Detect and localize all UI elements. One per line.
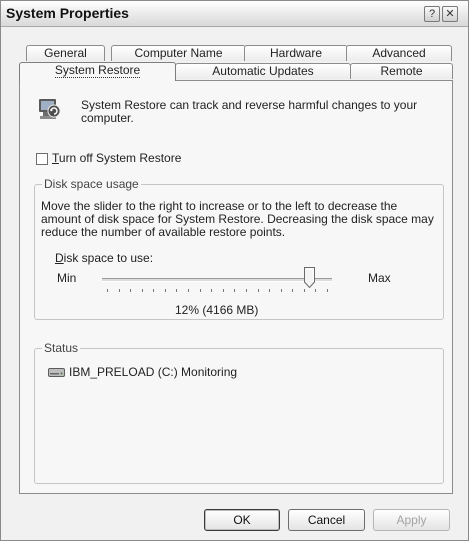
tab-automatic-updates[interactable]: Automatic Updates <box>175 63 351 79</box>
mnemonic-letter: T <box>52 151 59 165</box>
tab-label: Hardware <box>269 46 323 60</box>
slider-tick <box>211 289 213 292</box>
close-button[interactable]: ✕ <box>442 6 458 22</box>
slider-tick <box>303 289 305 292</box>
tab-system-restore[interactable]: System Restore <box>19 62 176 81</box>
tab-advanced[interactable]: Advanced <box>346 45 452 61</box>
tab-label: Remote <box>380 64 423 78</box>
disk-space-value: 12% (4166 MB) <box>175 303 259 317</box>
description-text: System Restore can track and reverse har… <box>81 98 418 125</box>
window-title: System Properties <box>6 5 129 21</box>
ok-button[interactable]: OK <box>204 509 280 531</box>
slider-tick <box>176 289 178 292</box>
title-bar: System Properties ? ✕ <box>1 1 468 27</box>
slider-tick <box>107 289 108 292</box>
slider-tick <box>141 289 143 292</box>
tab-label: Advanced <box>372 46 426 60</box>
slider-tick <box>257 289 259 292</box>
tab-label: System Restore <box>54 63 141 78</box>
tab-hardware[interactable]: Hardware <box>244 45 348 61</box>
tab-label: Computer Name <box>134 46 223 60</box>
slider-tick <box>188 289 190 292</box>
cancel-button[interactable]: Cancel <box>288 509 365 531</box>
slider-tick <box>199 289 201 292</box>
system-properties-window: System Properties ? ✕ General Computer N… <box>0 0 469 541</box>
slider-max-label: Max <box>368 271 391 285</box>
slider-tick <box>292 289 294 292</box>
tab-label: Automatic Updates <box>212 64 314 78</box>
help-button[interactable]: ? <box>424 6 440 22</box>
tab-computer-name[interactable]: Computer Name <box>111 45 246 61</box>
tab-remote[interactable]: Remote <box>350 63 453 79</box>
slider-min-label: Min <box>57 271 77 285</box>
label-text: urn off System Restore <box>58 151 182 165</box>
turn-off-system-restore-checkbox[interactable] <box>36 153 48 165</box>
slider-tick <box>164 289 166 292</box>
slider-tick <box>234 289 236 292</box>
mnemonic-letter: D <box>55 251 64 265</box>
disk-space-to-use-label: Disk space to use: <box>55 251 153 265</box>
hard-drive-icon <box>48 368 65 377</box>
drive-status-text: IBM_PRELOAD (C:) Monitoring <box>69 365 238 379</box>
disk-space-usage-legend: Disk space usage <box>42 177 141 191</box>
turn-off-system-restore-label[interactable]: Turn off System Restore <box>52 151 181 165</box>
system-restore-icon <box>39 99 61 119</box>
slider-tick <box>130 289 132 292</box>
slider-tick <box>269 289 271 292</box>
slider-tick <box>280 289 282 292</box>
slider-tick <box>153 289 155 292</box>
slider-tick <box>327 289 328 292</box>
slider-tick <box>118 289 120 292</box>
disk-space-slider-track[interactable] <box>102 278 332 282</box>
apply-button: Apply <box>373 509 450 531</box>
tab-general[interactable]: General <box>26 45 105 61</box>
slider-tick <box>222 289 224 292</box>
slider-tick <box>245 289 247 292</box>
label-text: isk space to use: <box>63 251 154 265</box>
slider-tick <box>315 289 317 292</box>
disk-space-instructions: Move the slider to the right to increase… <box>41 199 434 239</box>
tab-label: General <box>44 46 87 60</box>
disk-space-slider-thumb[interactable] <box>304 267 315 288</box>
system-restore-panel: System Restore can track and reverse har… <box>19 80 453 494</box>
status-legend: Status <box>42 341 81 355</box>
